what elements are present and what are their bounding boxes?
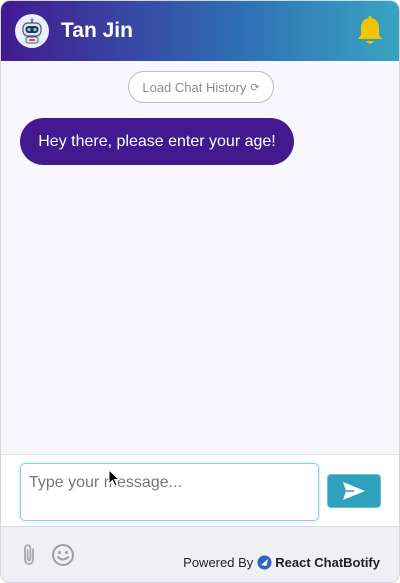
- load-chat-history-button[interactable]: Load Chat History ⟳: [128, 71, 274, 103]
- chatbotify-logo-icon: [257, 555, 272, 570]
- bell-icon[interactable]: [355, 15, 385, 47]
- chat-body: Load Chat History ⟳ Hey there, please en…: [1, 61, 399, 455]
- powered-by-label: Powered By: [183, 555, 254, 570]
- robot-avatar-icon: [15, 14, 49, 48]
- emoji-icon[interactable]: [51, 543, 75, 572]
- message-input[interactable]: [20, 463, 319, 521]
- powered-by: Powered By React ChatBotify: [183, 555, 380, 570]
- send-icon: [343, 482, 365, 500]
- refresh-icon: ⟳: [250, 81, 260, 94]
- bot-message-text: Hey there, please enter your age!: [38, 132, 276, 150]
- chat-footer: Powered By React ChatBotify: [1, 526, 399, 582]
- paperclip-icon[interactable]: [21, 543, 39, 572]
- chat-window: Tan Jin Load Chat History ⟳ Hey there, p…: [0, 0, 400, 583]
- chatbotify-brand-link[interactable]: React ChatBotify: [275, 555, 380, 570]
- send-button[interactable]: [327, 474, 381, 508]
- load-chat-history-label: Load Chat History: [142, 79, 247, 95]
- bot-message-bubble: Hey there, please enter your age!: [20, 118, 294, 165]
- composer: [1, 454, 399, 527]
- chat-title: Tan Jin: [61, 19, 133, 42]
- chat-header: Tan Jin: [1, 1, 399, 61]
